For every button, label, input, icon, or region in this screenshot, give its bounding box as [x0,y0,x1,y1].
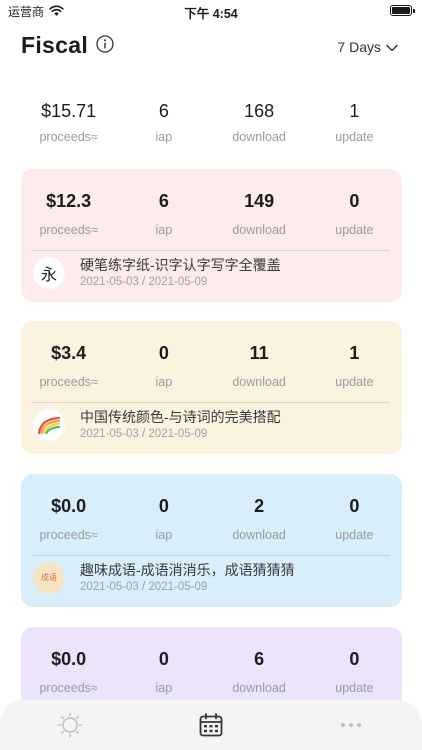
page-title: Fiscal [21,32,89,58]
header: Fiscal 7 Days [0,28,422,64]
app-name: 硬笔练字纸-识字认字写字全覆盖 [80,257,281,273]
stat-value: 6 [254,649,265,669]
stat-label: iap [155,528,173,542]
stat-label: update [335,528,374,542]
stat-update: 0 update [307,646,402,695]
stat-label: proceeds≈ [39,130,98,144]
stat-label: download [232,223,286,237]
app-info: 成语 趣味成语-成语消消乐，成语猜猜猜 2021-05-03 / 2021-05… [33,561,295,594]
stat-value: $0.0 [51,649,87,669]
status-time: 下午 4:54 [184,7,238,21]
tab-bar [0,700,422,750]
stat-label: proceeds≈ [39,528,98,542]
stat-label: iap [155,223,173,237]
stat-value: 6 [158,191,169,211]
stat-label: update [335,223,374,237]
app-icon-rainbow [33,408,65,441]
date-range-label: 7 Days [337,39,381,55]
stat-download: 149 download [212,188,307,237]
stat-label: download [232,375,286,389]
stat-download: 11 download [212,340,307,389]
app-date-range: 2021-05-03 / 2021-05-09 [80,276,208,288]
tab-calendar[interactable] [197,711,225,739]
tab-overview[interactable] [56,711,84,739]
app-date-range: 2021-05-03 / 2021-05-09 [80,581,208,593]
tab-more[interactable] [337,711,365,739]
stat-value: 0 [349,496,360,516]
stat-value: 0 [158,649,169,669]
stat-value: 0 [158,343,169,363]
stat-proceeds: $15.71 proceeds≈ [21,98,116,144]
stat-proceeds: $12.3 proceeds≈ [21,188,116,237]
battery-icon [390,5,415,16]
sun-icon [57,712,83,738]
status-bar: 运营商 下午 4:54 [0,0,422,22]
stat-update: 0 update [307,493,402,542]
stat-iap: 0 iap [116,340,211,389]
stat-label: update [335,681,374,695]
stat-download: 168 download [212,98,307,144]
stat-update: 0 update [307,188,402,237]
stat-label: download [232,528,286,542]
stat-iap: 0 iap [116,646,211,695]
stat-value: 11 [249,343,269,363]
stat-value: $3.4 [51,343,87,363]
stat-value: 2 [254,496,265,516]
summary-stats: $15.71 proceeds≈ 6 iap 168 download 1 up… [21,98,402,156]
app-name: 中国传统颜色-与诗词的完美搭配 [80,409,281,425]
stat-update: 1 update [307,98,402,144]
stat-value: 0 [158,496,169,516]
stat-label: update [335,375,374,389]
stat-label: iap [155,130,173,144]
stat-value: 0 [349,649,360,669]
app-card[interactable]: $0.0 proceeds≈ 0 iap 2 download 0 update… [21,474,402,607]
stat-proceeds: $3.4 proceeds≈ [21,340,116,389]
stat-value: 149 [244,191,275,211]
date-range-dropdown[interactable]: 7 Days [337,39,398,55]
app-info: 中国传统颜色-与诗词的完美搭配 2021-05-03 / 2021-05-09 [33,408,281,441]
stat-value: $15.71 [41,101,97,121]
stat-value: 168 [244,101,275,121]
app-card[interactable]: $12.3 proceeds≈ 6 iap 149 download 0 upd… [21,169,402,302]
stat-value: 6 [158,101,169,121]
card-divider [31,402,390,403]
stat-label: proceeds≈ [39,223,98,237]
stat-download: 2 download [212,493,307,542]
stat-proceeds: $0.0 proceeds≈ [21,493,116,542]
app-info: 永 硬笔练字纸-识字认字写字全覆盖 2021-05-03 / 2021-05-0… [33,256,281,289]
app-date-range: 2021-05-03 / 2021-05-09 [80,428,208,440]
rainbow-icon [37,416,61,434]
app-icon-glyph: 成语 [41,573,57,582]
stat-label: update [335,130,374,144]
card-divider [31,555,390,556]
stat-proceeds: $0.0 proceeds≈ [21,646,116,695]
stat-update: 1 update [307,340,402,389]
app-icon-glyph: 永 [40,264,57,284]
card-divider [31,250,390,251]
stat-iap: 6 iap [116,188,211,237]
chevron-down-icon [386,39,398,55]
stat-label: proceeds≈ [39,681,98,695]
app-card[interactable]: $3.4 proceeds≈ 0 iap 11 download 1 updat… [21,321,402,454]
app-name: 趣味成语-成语消消乐，成语猜猜猜 [80,562,295,578]
calendar-icon [199,713,223,737]
stat-label: iap [155,375,173,389]
stat-iap: 0 iap [116,493,211,542]
stat-value: $12.3 [46,191,92,211]
stat-download: 6 download [212,646,307,695]
info-icon[interactable] [96,35,114,53]
stat-value: $0.0 [51,496,87,516]
stat-label: download [232,681,286,695]
stat-label: download [232,130,286,144]
stat-value: 1 [349,101,360,121]
app-icon-idiom: 成语 [33,561,65,594]
stat-label: iap [155,681,173,695]
stat-value: 0 [349,191,360,211]
app-icon-calligraphy: 永 [33,256,65,289]
more-icon [341,723,361,727]
stat-value: 1 [349,343,360,363]
stat-label: proceeds≈ [39,375,98,389]
stat-iap: 6 iap [116,98,211,144]
